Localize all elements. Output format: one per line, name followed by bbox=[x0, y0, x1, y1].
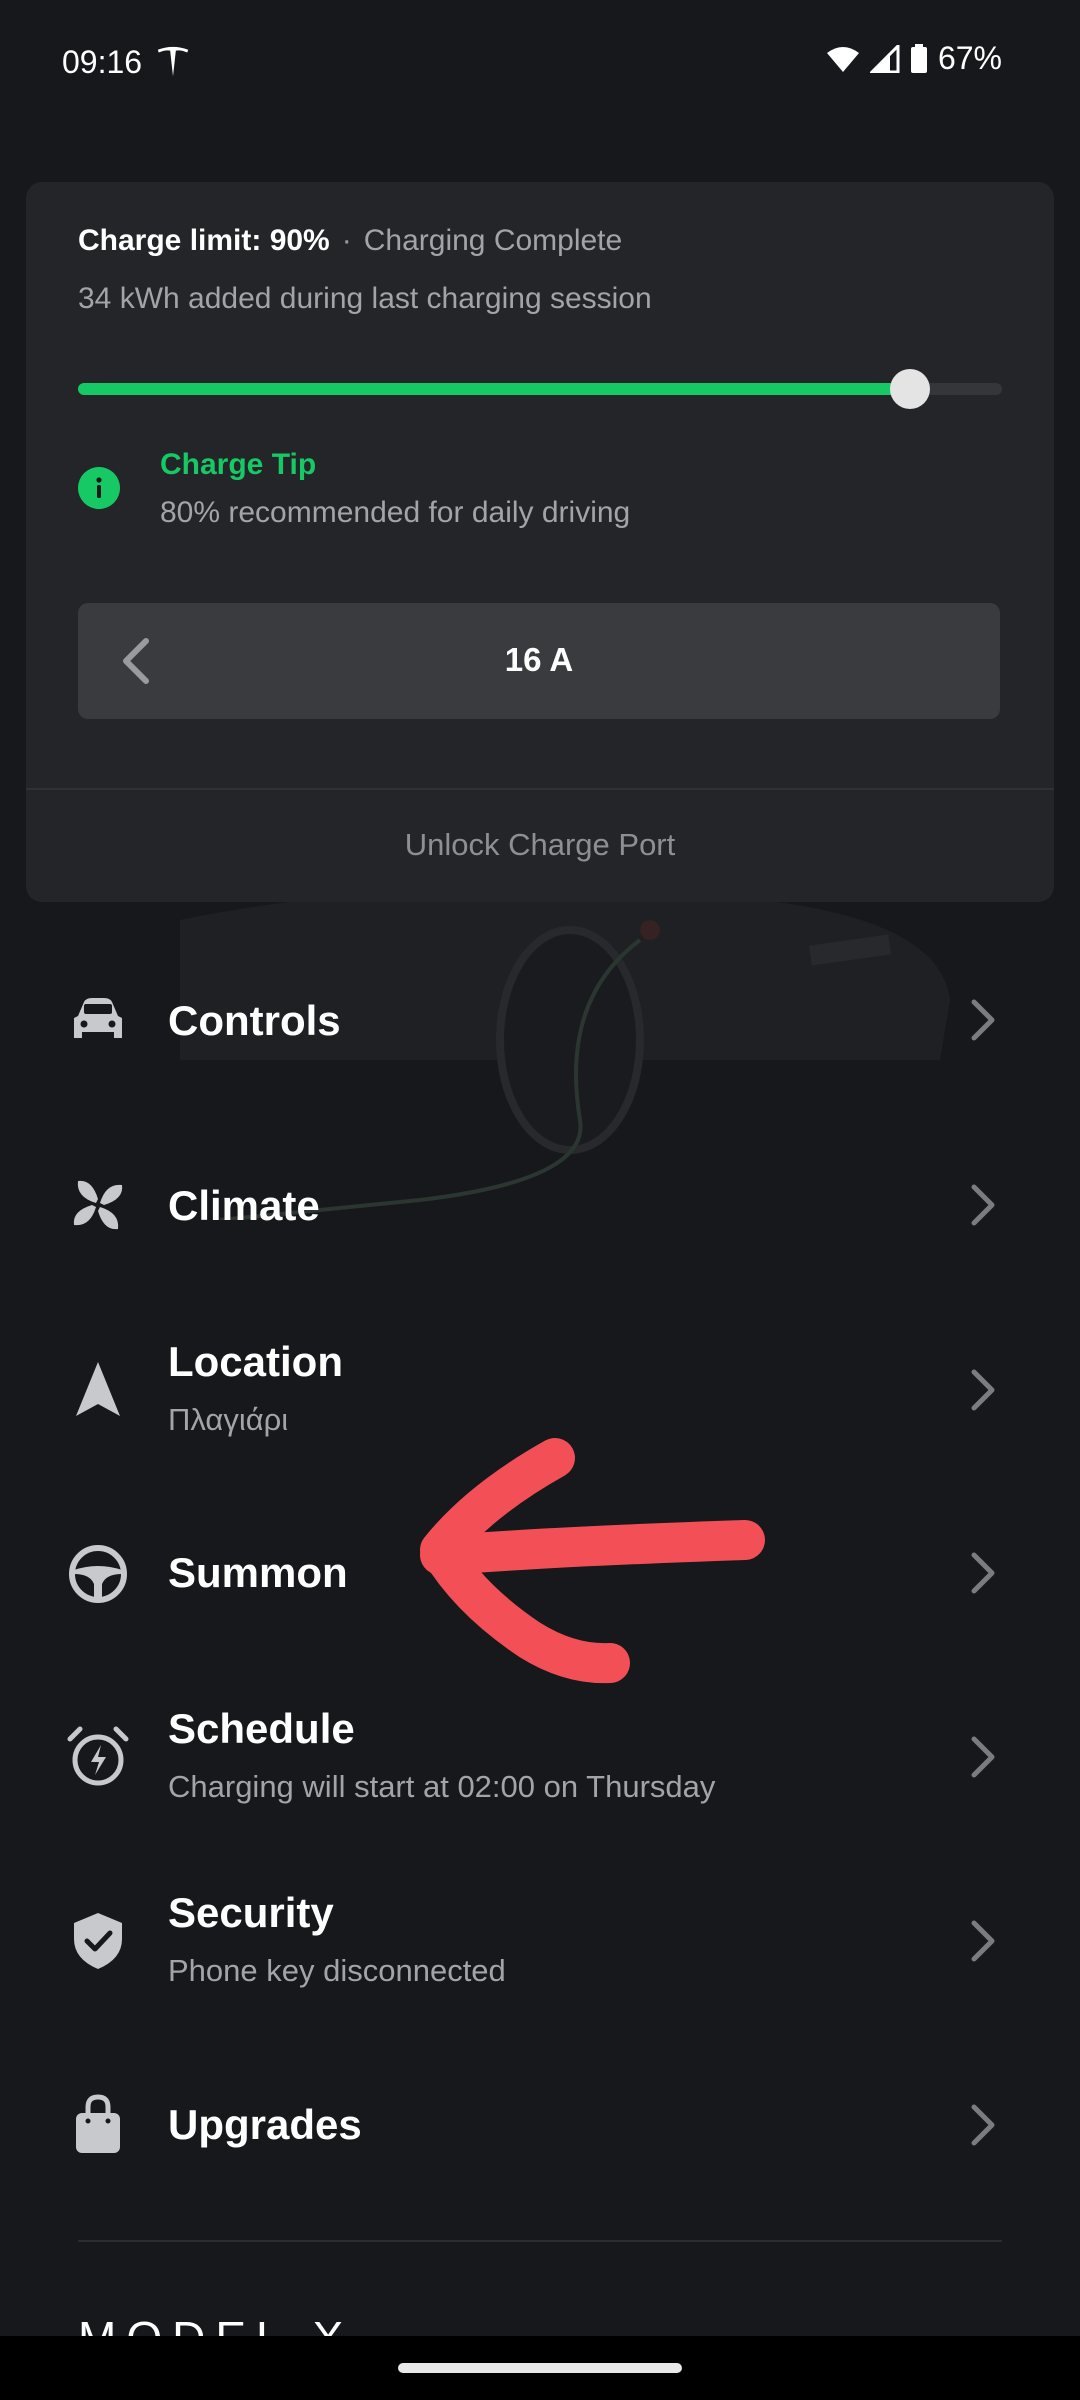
status-time: 09:16 bbox=[62, 44, 143, 80]
chevron-right-icon bbox=[971, 1736, 995, 1778]
battery-percentage: 67% bbox=[937, 40, 1002, 76]
menu-title: Controls bbox=[168, 997, 341, 1044]
menu-item-climate[interactable]: Climate bbox=[0, 1130, 1080, 1280]
shopping-bag-icon bbox=[76, 2094, 120, 2153]
menu-title: Summon bbox=[168, 1549, 348, 1596]
chevron-right-icon bbox=[971, 2104, 995, 2146]
chevron-right-icon bbox=[971, 1920, 995, 1962]
chevron-right-icon bbox=[971, 999, 995, 1041]
charge-tip-title: Charge Tip bbox=[160, 448, 317, 481]
fan-icon bbox=[73, 1180, 123, 1230]
battery-icon bbox=[910, 43, 927, 73]
status-bar: 09:16 67% bbox=[0, 0, 1080, 130]
menu-subtitle: Πλαγιάρι bbox=[168, 1402, 289, 1437]
charge-current-control: 16 A bbox=[78, 603, 1000, 719]
charge-tip-text: 80% recommended for daily driving bbox=[160, 496, 631, 529]
wifi-icon bbox=[826, 46, 859, 72]
slider-thumb[interactable] bbox=[889, 369, 930, 409]
menu-subtitle: Charging will start at 02:00 on Thursday bbox=[168, 1769, 716, 1804]
home-gesture-handle[interactable] bbox=[398, 2363, 682, 2373]
list-divider bbox=[78, 2240, 1002, 2242]
menu-item-controls[interactable]: Controls bbox=[0, 945, 1080, 1095]
charge-summary: Charge limit: 90% · Charging Complete bbox=[78, 224, 622, 258]
menu-title: Climate bbox=[168, 1182, 320, 1229]
charging-card: Charge limit: 90% · Charging Complete 34 k… bbox=[26, 182, 1054, 902]
chevron-right-icon bbox=[971, 1552, 995, 1594]
menu-title: Security bbox=[168, 1889, 334, 1936]
chevron-right-icon bbox=[971, 1369, 995, 1411]
menu-item-security[interactable]: Security Phone key disconnected bbox=[0, 1865, 1080, 2015]
info-icon bbox=[78, 467, 120, 509]
separator-dot: · bbox=[341, 224, 352, 257]
charge-current-value: 16 A bbox=[504, 641, 574, 678]
charge-limit-label: Charge limit: 90% bbox=[78, 224, 330, 257]
energy-added-text: 34 kWh added during last charging sessio… bbox=[78, 282, 652, 315]
slider-fill bbox=[78, 383, 910, 395]
menu-title: Schedule bbox=[168, 1705, 355, 1752]
menu-item-location[interactable]: Location Πλαγιάρι bbox=[0, 1314, 1080, 1464]
cell-signal-icon bbox=[869, 44, 900, 73]
alarm-clock-icon bbox=[67, 1726, 129, 1786]
navigation-arrow-icon bbox=[76, 1362, 120, 1416]
shield-check-icon bbox=[74, 1913, 122, 1969]
menu-title: Location bbox=[168, 1338, 343, 1385]
card-divider bbox=[26, 788, 1054, 790]
menu-item-schedule[interactable]: Schedule Charging will start at 02:00 on… bbox=[0, 1681, 1080, 1831]
menu-item-summon[interactable]: Summon bbox=[0, 1497, 1080, 1647]
chevron-right-icon bbox=[971, 1184, 995, 1226]
unlock-charge-port-button[interactable]: Unlock Charge Port bbox=[26, 827, 1054, 863]
menu-title: Upgrades bbox=[168, 2101, 362, 2148]
charge-limit-slider[interactable] bbox=[78, 369, 1002, 409]
tesla-logo-icon bbox=[157, 46, 189, 77]
charging-status: Charging Complete bbox=[363, 224, 623, 257]
car-icon bbox=[74, 998, 122, 1038]
menu-subtitle: Phone key disconnected bbox=[168, 1953, 506, 1988]
steering-wheel-icon bbox=[69, 1545, 127, 1603]
menu-item-upgrades[interactable]: Upgrades bbox=[0, 2049, 1080, 2199]
